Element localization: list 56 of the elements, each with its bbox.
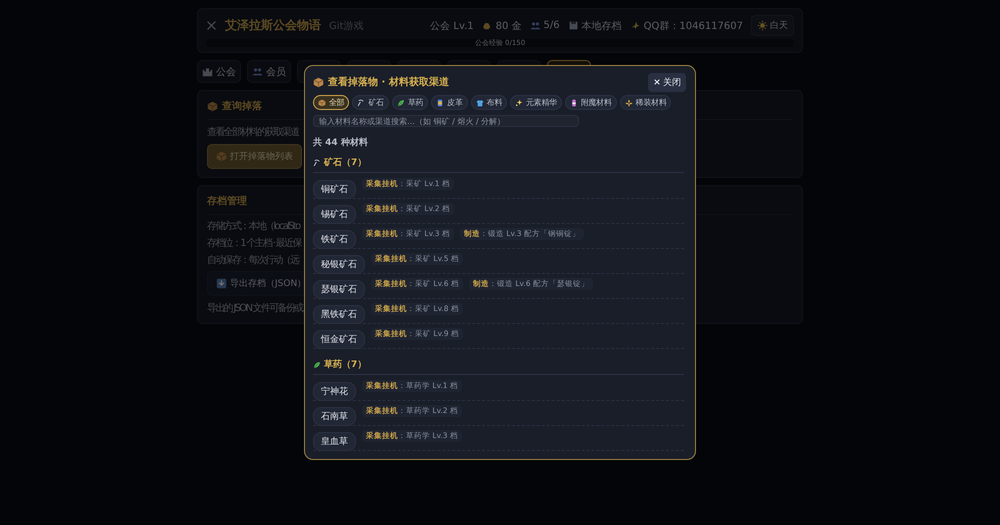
stat-text: 公会 Lv.1 [430,20,474,32]
group-title: 矿石（7） [324,156,366,169]
material-name: 瑟银矿石 [313,280,365,299]
leaf-icon [313,360,321,368]
material-name: 宁神花 [313,382,356,401]
stat-text: 80 金 [496,20,522,32]
panel-text: 导出的 JSON 文件可备份或 [207,302,303,315]
filter-chip[interactable]: 元素精华 [510,95,562,110]
people-icon [252,66,263,77]
shirt-icon [476,98,484,106]
package-icon [313,76,324,88]
filter-chip[interactable]: 布料 [470,95,508,110]
material-name: 石南草 [313,407,356,426]
dialog-title: 查看掉落物 · 材料获取渠道 [328,76,449,89]
castle-icon [202,66,213,77]
material-name: 锡矿石 [313,205,356,224]
panel-title: 查询掉落 [222,100,262,113]
app-title: 艾泽拉斯公会物语 [225,17,321,34]
material-count: 共 44 种材料 [313,136,369,149]
sun-icon [757,20,768,31]
material-name: 秘银矿石 [313,255,365,274]
package-icon [318,98,326,106]
filter-chip[interactable]: 稀装材料 [620,95,672,110]
people-icon [530,20,541,31]
material-name: 铁矿石 [313,230,356,249]
material-name: 恒金矿石 [313,330,365,349]
filter-chip[interactable]: 矿石 [352,95,389,110]
potion-icon [570,98,578,106]
crossed-swords-icon [206,20,217,31]
stat-text: 本地存档 [582,20,622,32]
package-icon [207,100,218,112]
material-name: 皇血草 [313,432,356,451]
material-name: 铜矿石 [313,180,356,199]
filter-chip[interactable]: 全部 [313,95,350,110]
filter-chip[interactable]: 草药 [392,95,428,110]
money-bag-icon [482,20,493,31]
filter-chip[interactable]: 附魔材料 [564,95,617,110]
panel-text: 存档位：1 个主档 · 最近保 [207,236,301,250]
group-title: 草药（7） [324,358,366,371]
close-button[interactable]: 关闭 [648,72,686,92]
material-name: 黑铁矿石 [313,305,365,324]
panel-title: 存档管理 [207,194,247,208]
pickaxe-icon [357,98,366,106]
download-icon [216,278,227,289]
panel-text: 自动保存：每次行动（远 [207,254,298,267]
search-field[interactable]: 输入材料名称或渠道搜索…（如 铜矿 / 熔火 / 分解） [313,115,579,127]
stat-text: QQ群：1046117607 [644,20,743,32]
leaf-icon [396,98,405,106]
fleur-icon [624,98,633,106]
stat-text: 5/6 [544,20,560,31]
package-icon [216,151,227,162]
pickaxe-icon [313,158,321,166]
sparkles-icon [515,98,524,106]
close-icon [653,78,661,86]
panel-text: 存储方式：本地（localSto [207,220,300,233]
filter-chip[interactable]: 皮革 [431,95,468,110]
